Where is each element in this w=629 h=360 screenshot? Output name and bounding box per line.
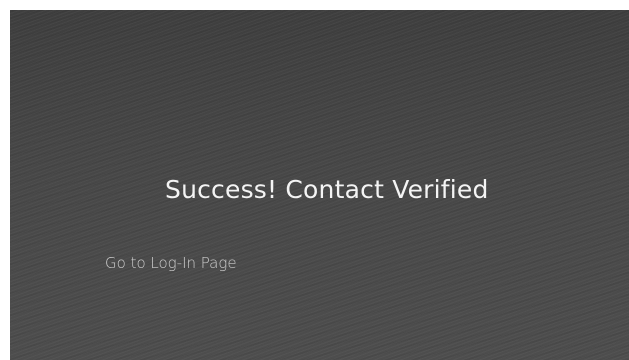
verification-panel: Success! Contact Verified Go to Log-In P… [10, 10, 629, 360]
go-to-login-link[interactable]: Go to Log-In Page [105, 254, 237, 272]
success-headline: Success! Contact Verified [165, 175, 489, 204]
